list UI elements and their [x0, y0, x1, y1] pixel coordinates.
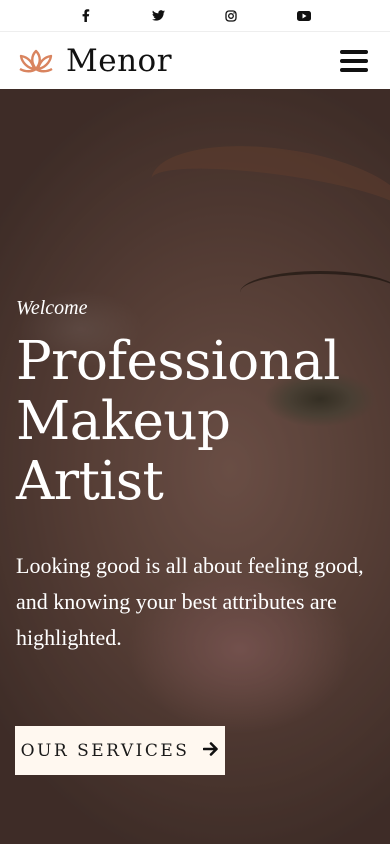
hero-headline: Professional Makeup Artist: [16, 332, 374, 512]
youtube-icon[interactable]: [296, 8, 312, 24]
hero-image-brow: [144, 131, 390, 263]
brand-name: Menor: [66, 42, 173, 79]
hero-content: Welcome Professional Makeup Artist Looki…: [16, 297, 374, 656]
brand[interactable]: Menor: [14, 43, 172, 79]
hero-lead: Looking good is all about feeling good, …: [16, 553, 364, 650]
hamburger-icon[interactable]: [340, 49, 368, 72]
our-services-button[interactable]: OUR SERVICES: [15, 726, 225, 775]
hero-welcome: Welcome: [16, 297, 88, 319]
headline-line-2: Makeup: [16, 391, 231, 452]
instagram-icon[interactable]: [223, 8, 239, 24]
lotus-logo-icon: [19, 49, 53, 72]
hero-section: Welcome Professional Makeup Artist Looki…: [0, 89, 390, 844]
arrow-right-icon: [203, 740, 219, 761]
site-header: Menor: [0, 32, 390, 89]
facebook-icon[interactable]: [78, 8, 94, 24]
headline-line-3: Artist: [16, 451, 164, 512]
cta-label: OUR SERVICES: [20, 740, 190, 761]
social-topbar: [0, 0, 390, 32]
headline-line-1: Professional: [16, 331, 340, 392]
twitter-icon[interactable]: [151, 8, 167, 24]
